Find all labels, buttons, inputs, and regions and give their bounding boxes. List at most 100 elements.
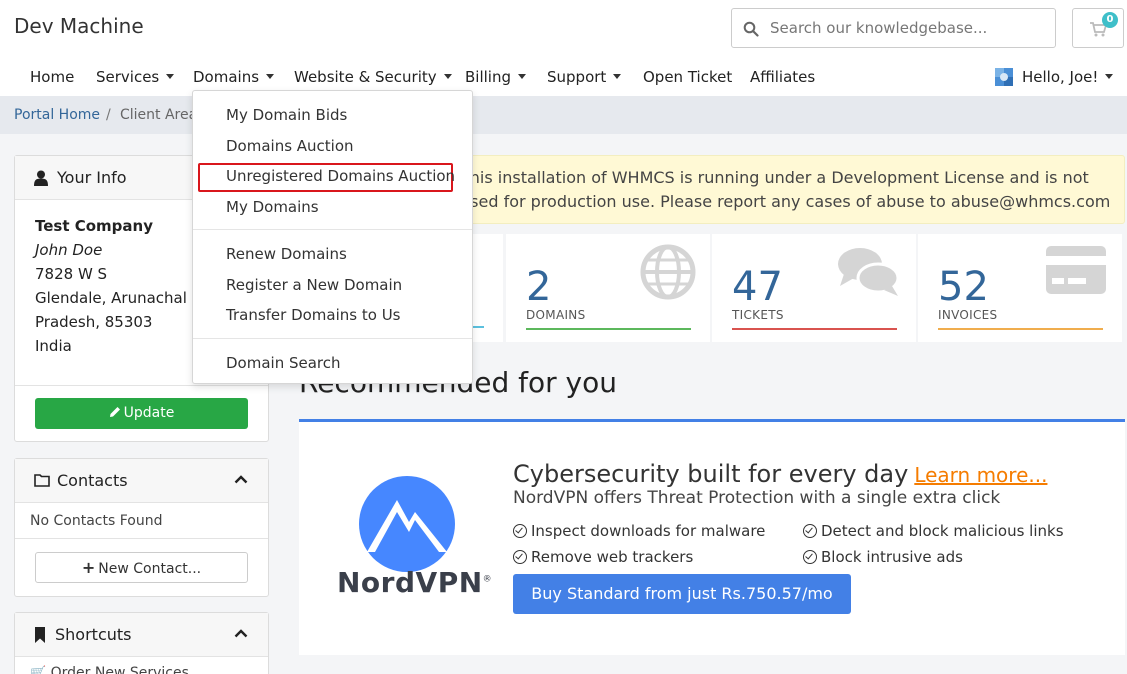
folder-icon xyxy=(34,474,50,487)
comments-icon xyxy=(838,248,900,296)
domains-count: 2 xyxy=(526,264,552,310)
breadcrumb: Portal Home / Client Area xyxy=(0,96,1127,134)
shortcuts-panel: Shortcuts 🛒 Order New Services xyxy=(14,612,269,674)
feature-label: Remove web trackers xyxy=(531,548,694,566)
pencil-icon xyxy=(109,407,120,417)
user-avatar-icon xyxy=(995,68,1013,86)
update-button[interactable]: Update xyxy=(35,398,248,429)
nav-domains-label: Domains xyxy=(193,68,260,86)
domains-tile[interactable]: 2 DOMAINS xyxy=(506,234,710,342)
nordvpn-logo-mark: ® xyxy=(482,574,493,585)
menu-item-my-domain-bids[interactable]: My Domain Bids xyxy=(226,106,347,124)
cart-count-badge: 0 xyxy=(1102,12,1118,28)
feature-item: Remove web trackers xyxy=(513,548,693,566)
contacts-header[interactable]: Contacts xyxy=(15,459,268,503)
feature-item: Block intrusive ads xyxy=(803,548,963,566)
your-info-title: Your Info xyxy=(57,168,127,187)
cart-icon: 🛒 xyxy=(30,666,47,674)
knowledgebase-search[interactable] xyxy=(731,8,1056,48)
tickets-tile[interactable]: 47 TICKETS xyxy=(712,234,916,342)
breadcrumb-client-area: Client Area xyxy=(120,107,198,123)
nav-affiliates[interactable]: Affiliates xyxy=(750,68,815,86)
buy-standard-button[interactable]: Buy Standard from just Rs.750.57/mo xyxy=(513,574,851,614)
nav-affiliates-label: Affiliates xyxy=(750,68,816,86)
feature-label: Detect and block malicious links xyxy=(821,522,1064,540)
nav-domains[interactable]: Domains xyxy=(193,68,275,86)
domains-dropdown-menu: My Domain Bids Domains Auction Unregiste… xyxy=(192,90,473,384)
nav-billing-label: Billing xyxy=(465,68,511,86)
plus-icon: + xyxy=(81,558,96,577)
nordvpn-logo-text: NordVPN® xyxy=(337,566,492,599)
nav-website-security-label: Website & Security xyxy=(294,68,437,86)
shortcuts-header[interactable]: Shortcuts xyxy=(15,613,268,657)
menu-item-domain-search[interactable]: Domain Search xyxy=(226,354,341,372)
search-icon xyxy=(743,21,759,37)
check-circle-icon xyxy=(513,550,527,564)
invoices-bar xyxy=(938,328,1103,330)
alert-line-2: used for production use. Please report a… xyxy=(460,192,1111,211)
nordvpn-logo-wordmark: NordVPN xyxy=(337,566,483,599)
check-circle-icon xyxy=(513,524,527,538)
menu-item-transfer-domains[interactable]: Transfer Domains to Us xyxy=(226,306,401,324)
nav-user-menu[interactable]: Hello, Joe! xyxy=(1022,68,1114,86)
feature-item: Detect and block malicious links xyxy=(803,522,1064,540)
main-nav: Home Services Domains Website & Security… xyxy=(0,56,1127,96)
chevron-up-icon[interactable] xyxy=(234,628,248,638)
menu-item-my-domains[interactable]: My Domains xyxy=(226,198,319,216)
nav-services[interactable]: Services xyxy=(96,68,175,86)
contacts-title: Contacts xyxy=(57,471,128,490)
nav-billing[interactable]: Billing xyxy=(465,68,526,86)
recommended-subheadline: NordVPN offers Threat Protection with a … xyxy=(513,488,1001,508)
caret-down-icon xyxy=(613,74,622,79)
shortcuts-title: Shortcuts xyxy=(55,625,132,644)
menu-item-register-new-domain[interactable]: Register a New Domain xyxy=(226,276,402,294)
feature-label: Inspect downloads for malware xyxy=(531,522,766,540)
brand-title[interactable]: Dev Machine xyxy=(14,14,144,38)
caret-down-icon xyxy=(443,74,452,79)
tickets-count: 47 xyxy=(732,264,783,310)
recommended-headline: Cybersecurity built for every day Learn m… xyxy=(513,460,1047,488)
menu-divider xyxy=(193,338,472,339)
user-icon xyxy=(34,170,48,186)
check-circle-icon xyxy=(803,524,817,538)
tickets-label: TICKETS xyxy=(732,308,784,322)
caret-down-icon xyxy=(266,74,275,79)
nav-home-label: Home xyxy=(30,68,75,86)
nav-services-label: Services xyxy=(96,68,160,86)
shortcut-label: Order New Services xyxy=(50,665,189,674)
cart-button[interactable]: 0 xyxy=(1072,8,1124,48)
credit-card-icon xyxy=(1046,246,1106,294)
breadcrumb-portal-home[interactable]: Portal Home xyxy=(14,107,100,123)
alert-line-1: This installation of WHMCS is running un… xyxy=(460,168,1089,187)
menu-item-domains-auction[interactable]: Domains Auction xyxy=(226,137,354,155)
invoices-tile[interactable]: 52 INVOICES xyxy=(918,234,1122,342)
shortcut-order-new-services[interactable]: 🛒 Order New Services xyxy=(30,665,189,674)
update-button-label: Update xyxy=(123,405,175,421)
learn-more-link[interactable]: Learn more... xyxy=(914,463,1047,487)
breadcrumb-separator: / xyxy=(106,107,111,123)
nordvpn-logo-icon xyxy=(359,476,455,572)
search-input[interactable] xyxy=(770,9,1050,47)
nav-open-ticket-label: Open Ticket xyxy=(643,68,733,86)
menu-divider xyxy=(193,229,472,230)
caret-down-icon xyxy=(1105,74,1114,79)
nav-website-security[interactable]: Website & Security xyxy=(294,68,452,86)
nav-home[interactable]: Home xyxy=(30,68,74,86)
nav-support[interactable]: Support xyxy=(547,68,622,86)
menu-item-unregistered-domains-auction[interactable]: Unregistered Domains Auction xyxy=(226,167,455,185)
nav-support-label: Support xyxy=(547,68,607,86)
caret-down-icon xyxy=(166,74,175,79)
new-contact-button[interactable]: + New Contact... xyxy=(35,552,248,583)
domains-bar xyxy=(526,328,691,330)
nav-open-ticket[interactable]: Open Ticket xyxy=(643,68,732,86)
new-contact-label: New Contact... xyxy=(98,561,202,577)
tickets-bar xyxy=(732,328,897,330)
no-contacts-text: No Contacts Found xyxy=(30,513,163,529)
divider xyxy=(15,538,268,539)
divider xyxy=(15,385,268,386)
caret-down-icon xyxy=(518,74,526,79)
chevron-up-icon[interactable] xyxy=(234,474,248,484)
menu-item-renew-domains[interactable]: Renew Domains xyxy=(226,245,347,263)
recommended-card: NordVPN® Cybersecurity built for every d… xyxy=(299,419,1125,655)
invoices-label: INVOICES xyxy=(938,308,998,322)
